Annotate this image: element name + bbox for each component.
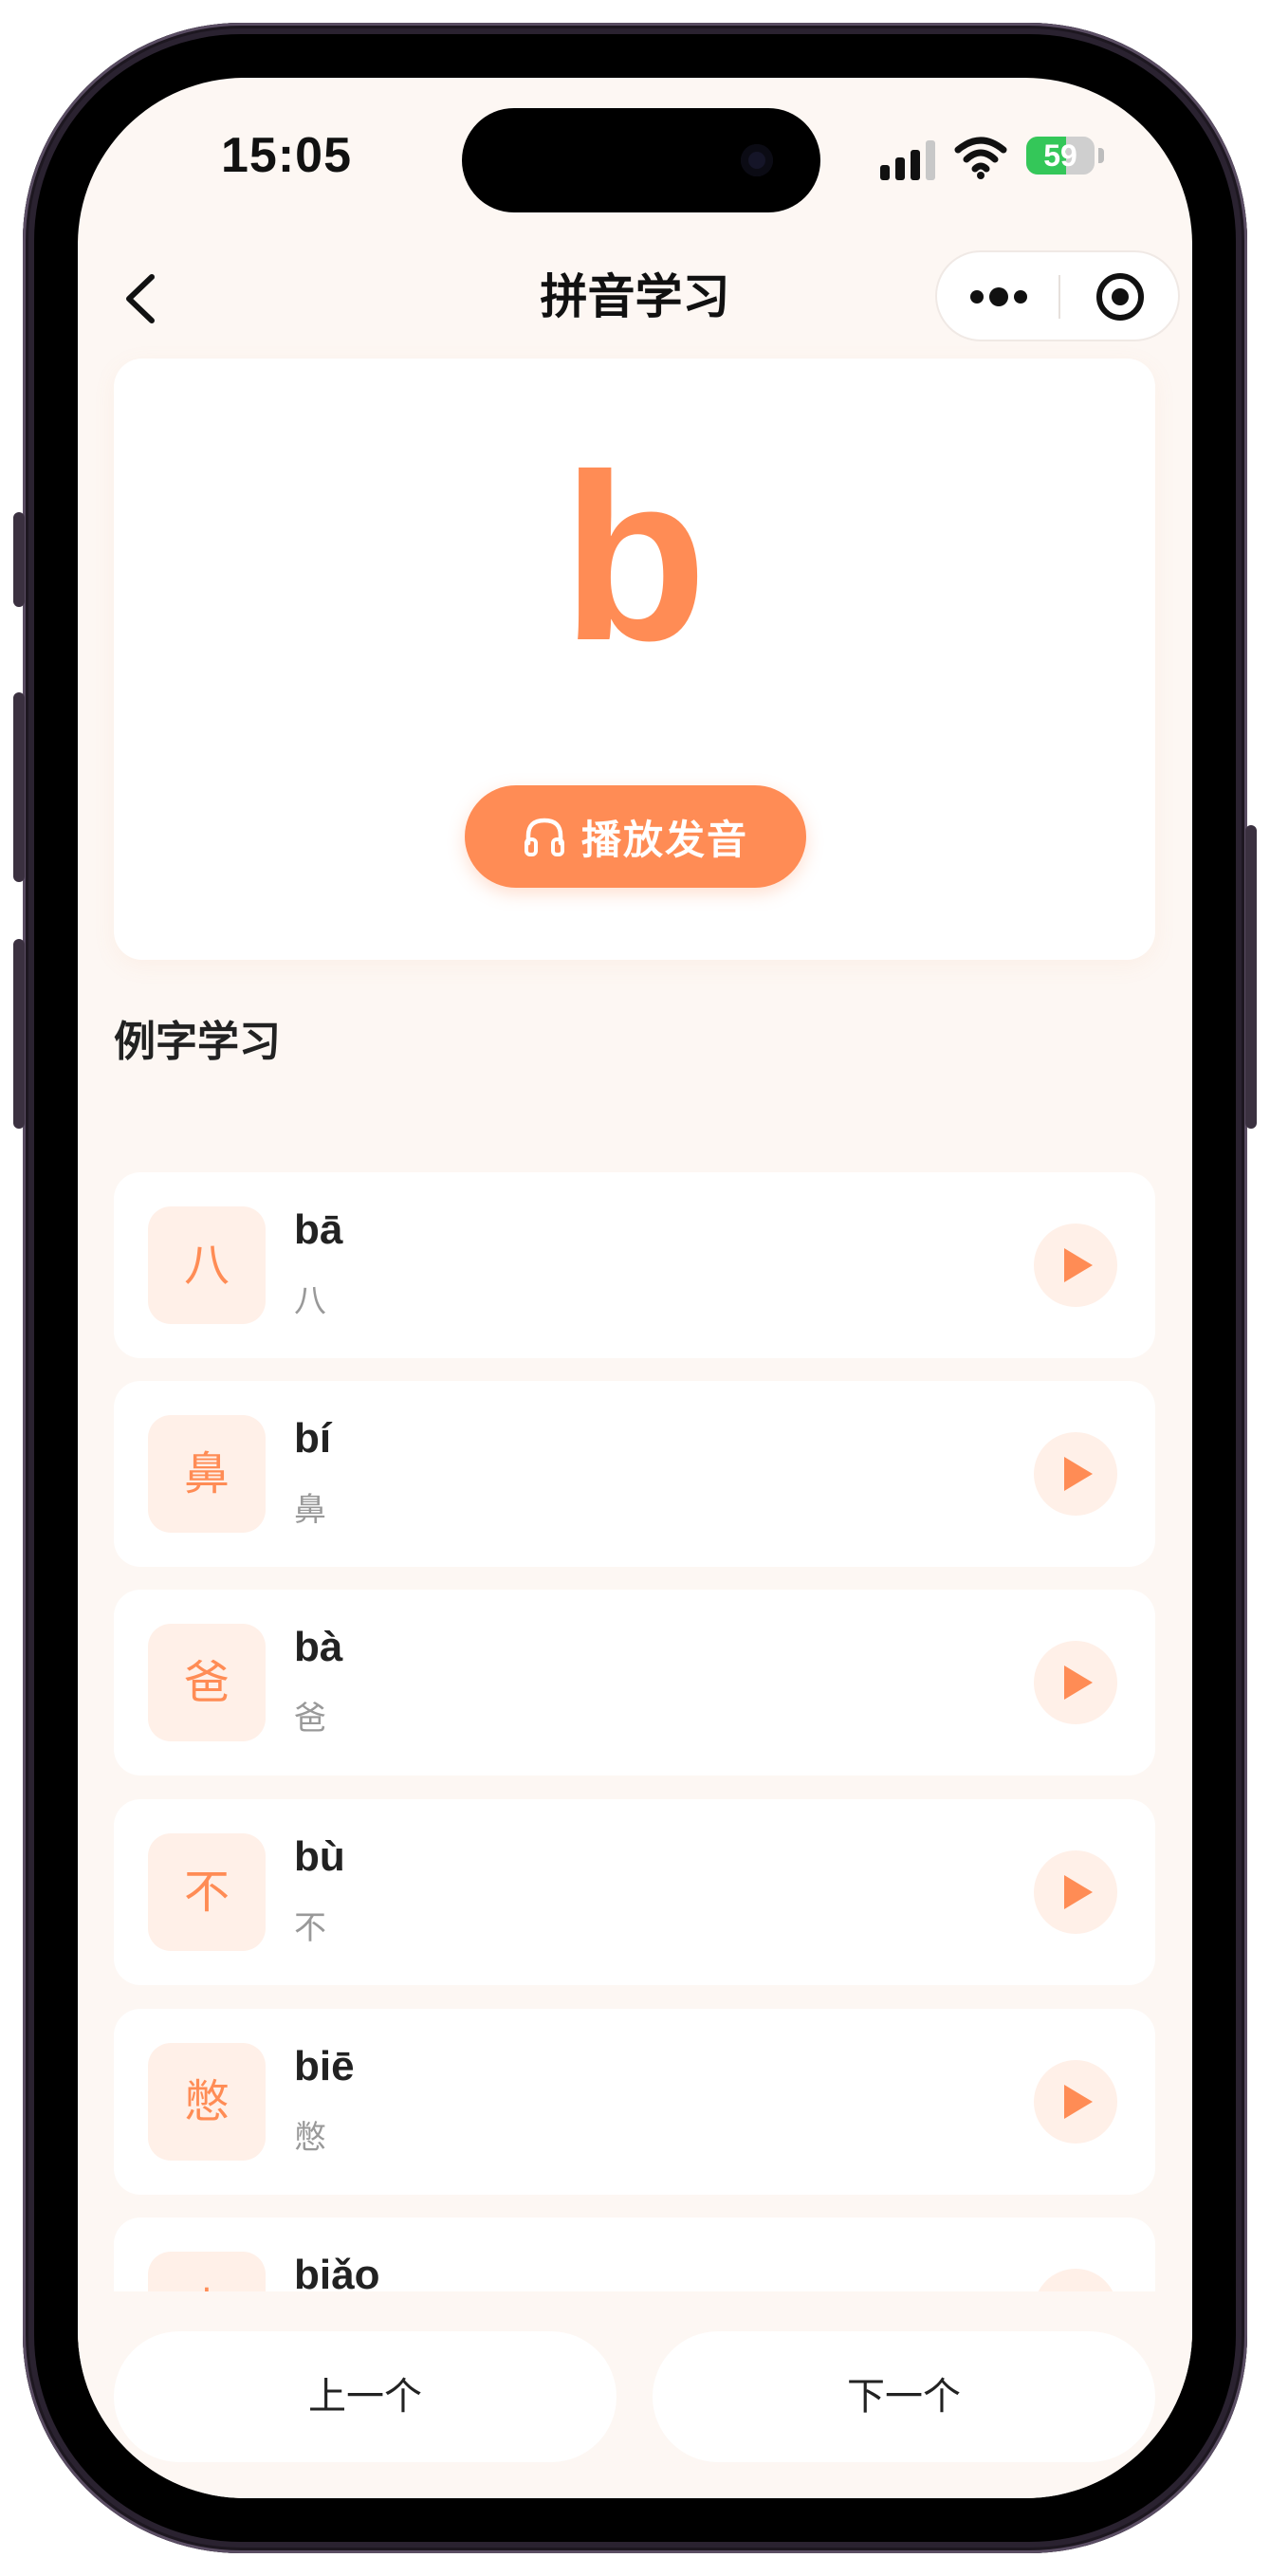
volume-down-button bbox=[13, 939, 25, 1129]
play-icon bbox=[1064, 1875, 1093, 1909]
more-options-icon[interactable] bbox=[967, 281, 1030, 313]
play-icon bbox=[1064, 2085, 1093, 2119]
char-badge: 爸 bbox=[148, 1624, 266, 1741]
example-pinyin: biē bbox=[294, 2043, 355, 2089]
bottom-navigation: 上一个 下一个 bbox=[78, 2291, 1192, 2498]
capsule-divider bbox=[1058, 275, 1060, 319]
action-button bbox=[13, 512, 25, 607]
char-badge: 八 bbox=[148, 1206, 266, 1324]
back-chevron-icon[interactable] bbox=[110, 266, 176, 332]
battery-percent: 59 bbox=[1043, 138, 1077, 173]
example-pinyin: bā bbox=[294, 1206, 343, 1253]
dynamic-island bbox=[462, 108, 820, 212]
headphones-icon bbox=[524, 818, 564, 856]
battery-cap bbox=[1098, 148, 1104, 163]
example-hanzi: 鼻 bbox=[294, 1491, 326, 1529]
example-card[interactable]: 表 biǎo 表 bbox=[114, 2217, 1155, 2291]
char-badge: 不 bbox=[148, 1833, 266, 1951]
miniprogram-capsule bbox=[935, 250, 1180, 341]
example-card[interactable]: 鼻 bí 鼻 bbox=[114, 1381, 1155, 1567]
example-pinyin: biǎo bbox=[294, 2252, 380, 2291]
example-pinyin: bà bbox=[294, 1624, 343, 1670]
example-card[interactable]: 爸 bà 爸 bbox=[114, 1590, 1155, 1776]
play-icon bbox=[1064, 1457, 1093, 1491]
play-example-button[interactable] bbox=[1034, 2060, 1117, 2144]
example-list: 八 bā 八 鼻 bí 鼻 爸 bà 爸 不 bù 不 憋 biē 憋 biǎo bbox=[78, 1093, 1192, 2291]
volume-up-button bbox=[13, 692, 25, 882]
example-hanzi: 八 bbox=[294, 1282, 326, 1320]
example-hanzi: 不 bbox=[294, 1909, 326, 1947]
play-example-button[interactable] bbox=[1034, 1641, 1117, 1724]
pinyin-letter: b bbox=[561, 425, 708, 690]
play-icon bbox=[1064, 1665, 1093, 1700]
close-miniprogram-icon[interactable] bbox=[1095, 271, 1146, 322]
example-card[interactable]: 憋 biē 憋 bbox=[114, 2009, 1155, 2195]
example-pinyin: bù bbox=[294, 1833, 345, 1880]
page-title: 拼音学习 bbox=[540, 269, 730, 324]
example-hanzi: 爸 bbox=[294, 1700, 326, 1738]
cellular-signal-icon bbox=[880, 140, 937, 180]
char-badge: 表 bbox=[148, 2252, 266, 2291]
example-pinyin: bí bbox=[294, 1415, 332, 1462]
status-time: 15:05 bbox=[221, 128, 352, 183]
power-button bbox=[1245, 825, 1257, 1129]
wifi-icon bbox=[954, 137, 1007, 179]
char-badge: 鼻 bbox=[148, 1415, 266, 1533]
previous-button[interactable]: 上一个 bbox=[114, 2331, 617, 2462]
next-button[interactable]: 下一个 bbox=[653, 2331, 1155, 2462]
play-example-button[interactable] bbox=[1034, 1850, 1117, 1934]
play-icon bbox=[1064, 1248, 1093, 1282]
front-camera bbox=[741, 144, 773, 176]
play-example-button[interactable] bbox=[1034, 2269, 1117, 2291]
example-hanzi: 憋 bbox=[294, 2119, 326, 2157]
example-card[interactable]: 八 bā 八 bbox=[114, 1172, 1155, 1358]
play-pronunciation-button[interactable]: 播放发音 bbox=[465, 785, 806, 888]
example-card[interactable]: 不 bù 不 bbox=[114, 1799, 1155, 1985]
play-example-button[interactable] bbox=[1034, 1224, 1117, 1307]
app-screen: 15:05 59 拼音学习 b 播放发音 例字学习 八 bā 八 鼻 bí 鼻 … bbox=[78, 78, 1192, 2498]
play-pronunciation-label: 播放发音 bbox=[580, 816, 748, 863]
section-title: 例字学习 bbox=[114, 1018, 281, 1066]
char-badge: 憋 bbox=[148, 2043, 266, 2161]
battery-icon: 59 bbox=[1026, 137, 1095, 175]
letter-card: b 播放发音 bbox=[114, 359, 1155, 960]
play-example-button[interactable] bbox=[1034, 1432, 1117, 1516]
